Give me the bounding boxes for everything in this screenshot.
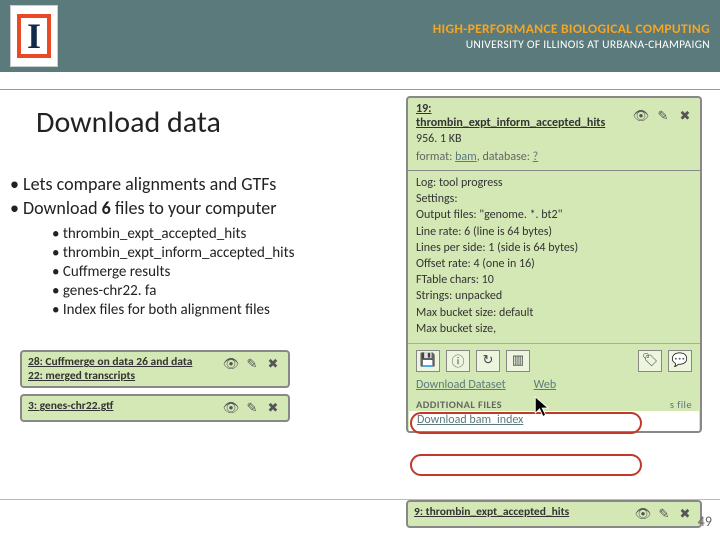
mini-dataset-cuffmerge[interactable]: 28: Cuffmerge on data 26 and data 22: me… xyxy=(20,350,290,388)
eye-icon[interactable]: 👁 xyxy=(634,505,652,523)
mouse-cursor-icon xyxy=(534,396,552,420)
body-line: Offset rate: 4 (one in 16) xyxy=(416,256,692,272)
delete-icon[interactable]: ✖ xyxy=(264,355,282,373)
download-dataset-link[interactable]: Download Dataset xyxy=(416,378,506,392)
database-label: database: xyxy=(482,150,530,164)
dataset-title[interactable]: 19: thrombin_expt_inform_accepted_hits xyxy=(416,102,606,130)
mini-title: 3: genes-chr22.gtf xyxy=(28,399,113,413)
mini-title: 9: thrombin_expt_accepted_hits xyxy=(414,505,569,519)
body-line: Lines per side: 1 (side is 64 bytes) xyxy=(416,240,692,256)
panel-header: 19: thrombin_expt_inform_accepted_hits 👁… xyxy=(408,98,700,132)
delete-icon[interactable]: ✖ xyxy=(264,399,282,417)
galaxy-dataset-panel: 19: thrombin_expt_inform_accepted_hits 👁… xyxy=(406,96,702,433)
download-bam-index-link[interactable]: Download bam_index xyxy=(409,411,699,431)
mini-icon-row: 👁 ✎ ✖ xyxy=(634,505,694,523)
view-web-link[interactable]: Web xyxy=(534,378,557,392)
pencil-icon[interactable]: ✎ xyxy=(654,107,672,125)
mini-dataset-genes[interactable]: 3: genes-chr22.gtf 👁 ✎ ✖ xyxy=(20,394,290,422)
format-label: format: xyxy=(416,150,452,164)
eye-icon[interactable]: 👁 xyxy=(222,399,240,417)
dataset-size: 956. 1 KB xyxy=(408,132,700,150)
pencil-icon[interactable]: ✎ xyxy=(243,355,261,373)
mini-icon-row: 👁 ✎ ✖ xyxy=(222,355,282,373)
eye-icon[interactable]: 👁 xyxy=(222,355,240,373)
panel-icon-row: 👁 ✎ ✖ xyxy=(632,107,694,125)
rerun-icon[interactable]: ↻ xyxy=(476,350,500,372)
page-number: 49 xyxy=(698,513,712,530)
header-text: HIGH-PERFORMANCE BIOLOGICAL COMPUTING UN… xyxy=(433,20,710,52)
database-value[interactable]: ? xyxy=(533,150,539,164)
body-line: Log: tool progress xyxy=(416,175,692,191)
chart-icon[interactable]: ▥ xyxy=(506,350,530,372)
save-icon[interactable]: 💾 xyxy=(416,350,440,372)
bold-number: 6 xyxy=(102,197,111,219)
illinois-logo: I xyxy=(10,5,58,67)
mini-dataset-accepted-hits[interactable]: 9: thrombin_expt_accepted_hits 👁 ✎ ✖ xyxy=(406,500,702,528)
body-line: FTable chars: 10 xyxy=(416,272,692,288)
delete-icon[interactable]: ✖ xyxy=(676,107,694,125)
delete-icon[interactable]: ✖ xyxy=(676,505,694,523)
info-icon[interactable]: ⓘ xyxy=(446,350,470,372)
format-value[interactable]: bam xyxy=(455,150,477,164)
pencil-icon[interactable]: ✎ xyxy=(243,399,261,417)
footer-divider xyxy=(0,499,720,500)
body-line: Max bucket size: default xyxy=(416,305,692,321)
annotate-icon[interactable]: 💬 xyxy=(668,350,692,372)
additional-files-label: ADDITIONAL FILES s file xyxy=(408,398,700,411)
eye-icon[interactable]: 👁 xyxy=(632,107,650,125)
panel-body: Log: tool progress Settings: Output file… xyxy=(408,171,700,343)
body-line: Max bucket size, xyxy=(416,321,692,337)
university-name: UNIVERSITY OF ILLINOIS AT URBANA-CHAMPAI… xyxy=(433,38,710,52)
tags-icon[interactable]: 🏷 xyxy=(638,350,662,372)
logo-letter: I xyxy=(17,14,51,58)
body-line: Line rate: 6 (line is 64 bytes) xyxy=(416,224,692,240)
pencil-icon[interactable]: ✎ xyxy=(655,505,673,523)
mini-icon-row: 👁 ✎ ✖ xyxy=(222,399,282,417)
download-links-row: Download Dataset Web xyxy=(408,378,700,398)
body-line: Strings: unpacked xyxy=(416,288,692,304)
body-line: Output files: "genome. *. bt2" xyxy=(416,207,692,223)
mini-title: 28: Cuffmerge on data 26 and data 22: me… xyxy=(28,355,208,383)
body-line: Settings: xyxy=(416,191,692,207)
action-button-row: 💾 ⓘ ↻ ▥ 🏷 💬 xyxy=(408,343,700,378)
file-hint: s file xyxy=(670,398,692,411)
slide-header: I HIGH-PERFORMANCE BIOLOGICAL COMPUTING … xyxy=(0,0,720,72)
hpbc-title: HIGH-PERFORMANCE BIOLOGICAL COMPUTING xyxy=(433,20,710,37)
dataset-meta: format: bam, database: ? xyxy=(408,150,700,171)
red-circle-annotation xyxy=(410,454,642,476)
